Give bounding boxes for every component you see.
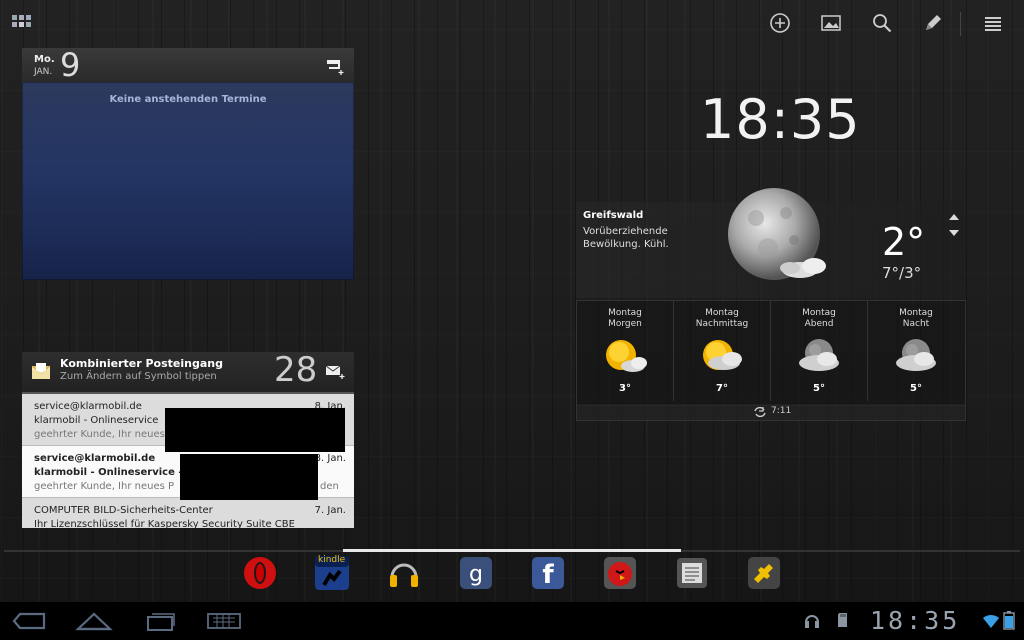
wifi-icon (982, 610, 1000, 630)
weather-forecast[interactable]: Montag Morgen 3° Montag Nachmittag 7° Mo… (576, 300, 966, 406)
headphones-status-icon (803, 610, 821, 630)
forecast-period: Nacht (902, 319, 930, 329)
apps-grid-icon[interactable] (10, 12, 34, 32)
keyboard-icon[interactable] (202, 608, 246, 634)
forecast-day: Montag (705, 308, 739, 318)
sun-cloud-icon (599, 335, 651, 377)
back-icon[interactable] (8, 608, 52, 634)
forecast-temp: 7° (716, 383, 728, 394)
email-preview: geehrter Kunde, Ihr neues P (34, 481, 175, 492)
forecast-period: Morgen (608, 319, 642, 329)
page-indicator (343, 549, 681, 552)
edit-icon[interactable] (920, 10, 946, 36)
weather-update-bar[interactable]: 7:11 (576, 404, 966, 421)
weather-updated-time: 7:11 (771, 406, 792, 416)
svg-text:f: f (542, 560, 554, 590)
angry-birds-icon[interactable] (602, 555, 638, 591)
weather-scroll-arrows-icon[interactable] (948, 212, 960, 238)
redaction-block (165, 408, 345, 452)
weather-city: Greifswald (583, 210, 644, 221)
forecast-day: Montag (802, 308, 836, 318)
calendar-day-name: Mo. (34, 54, 55, 65)
envelope-icon[interactable] (30, 360, 52, 382)
weather-current[interactable]: Greifswald Vorüberziehende Bewölkung. Kü… (576, 188, 964, 298)
forecast-cell[interactable]: Montag Nachmittag 7° (674, 301, 771, 401)
email-widget[interactable]: Kombinierter Posteingang Zum Ändern auf … (22, 350, 354, 528)
menu-icon[interactable] (980, 10, 1006, 36)
email-inbox-subtitle: Zum Ändern auf Symbol tippen (60, 371, 217, 382)
news-icon[interactable] (674, 555, 710, 591)
new-event-icon[interactable] (324, 58, 346, 76)
forecast-cell[interactable]: Montag Morgen 3° (577, 301, 674, 401)
refresh-icon[interactable] (753, 406, 767, 418)
forecast-period: Abend (804, 319, 834, 329)
svg-text:g: g (469, 562, 483, 587)
search-icon[interactable] (869, 10, 895, 36)
top-bar-divider (960, 12, 961, 36)
email-header[interactable]: Kombinierter Posteingang Zum Ändern auf … (22, 350, 354, 394)
battery-icon (1002, 610, 1020, 630)
calendar-header: Mo. JAN. 9 (22, 46, 354, 84)
unread-count: 28 (274, 350, 318, 390)
forecast-cell[interactable]: Montag Abend 5° (771, 301, 868, 401)
calendar-empty-text: Keine anstehenden Termine (109, 94, 267, 105)
compose-mail-icon[interactable] (324, 362, 346, 380)
email-inbox-title: Kombinierter Posteingang (60, 357, 223, 370)
calendar-month: JAN. (34, 67, 53, 77)
kindle-icon[interactable]: kindle (314, 555, 350, 591)
forecast-period: Nachmittag (695, 319, 749, 329)
weather-temp-range: 7°/3° (882, 264, 922, 282)
opera-icon[interactable] (242, 555, 278, 591)
sun-cloud-icon (696, 335, 748, 377)
forecast-temp: 5° (910, 383, 922, 394)
calendar-agenda[interactable]: Keine anstehenden Termine (22, 82, 354, 280)
email-sender: COMPUTER BILD-Sicherheits-Center (34, 505, 213, 516)
forecast-day: Montag (608, 308, 642, 318)
email-subject: klarmobil - Onlineservice - (34, 467, 183, 478)
forecast-cell[interactable]: Montag Nacht 5° (868, 301, 964, 401)
wallpaper-icon[interactable] (818, 10, 844, 36)
facebook-icon[interactable]: f (530, 555, 566, 591)
email-sender: service@klarmobil.de (34, 453, 156, 464)
moon-cloud-icon (890, 335, 942, 377)
puzzle-icon[interactable] (746, 555, 782, 591)
email-subject: Ihr Lizenzschlüssel für Kaspersky Securi… (34, 519, 295, 528)
kindle-label: kindle (318, 555, 346, 565)
weather-temperature: 2° (882, 220, 926, 264)
forecast-day: Montag (899, 308, 933, 318)
weather-widget[interactable]: Greifswald Vorüberziehende Bewölkung. Kü… (576, 180, 966, 421)
headphones-music-icon[interactable] (386, 555, 422, 591)
calendar-widget[interactable]: Mo. JAN. 9 Keine anstehenden Termine (22, 46, 354, 280)
email-list-item[interactable]: COMPUTER BILD-Sicherheits-Center Ihr Liz… (22, 498, 354, 528)
moon-cloud-icon (793, 335, 845, 377)
add-icon[interactable] (767, 10, 793, 36)
forecast-temp: 3° (619, 383, 631, 394)
forecast-temp: 5° (813, 383, 825, 394)
google-search-icon[interactable]: g (458, 555, 494, 591)
moon-cloud-icon (716, 178, 836, 296)
email-date: 8. Jan. (314, 453, 346, 464)
calendar-date: 9 (60, 46, 81, 84)
home-icon[interactable] (72, 608, 116, 634)
redaction-block (180, 454, 318, 500)
email-subject: klarmobil - Onlineservice (34, 415, 159, 426)
home-clock[interactable]: 18:35 (700, 88, 860, 151)
email-sender: service@klarmobil.de (34, 401, 142, 412)
email-date: 7. Jan. (314, 505, 346, 516)
recent-apps-icon[interactable] (138, 608, 182, 634)
weather-condition: Vorüberziehende Bewölkung. Kühl. (583, 226, 669, 250)
status-clock[interactable]: 18:35 (870, 606, 960, 635)
email-preview-tail: den (320, 481, 339, 492)
email-preview: geehrter Kunde, Ihr neues (34, 429, 165, 440)
sd-card-icon (834, 610, 852, 630)
